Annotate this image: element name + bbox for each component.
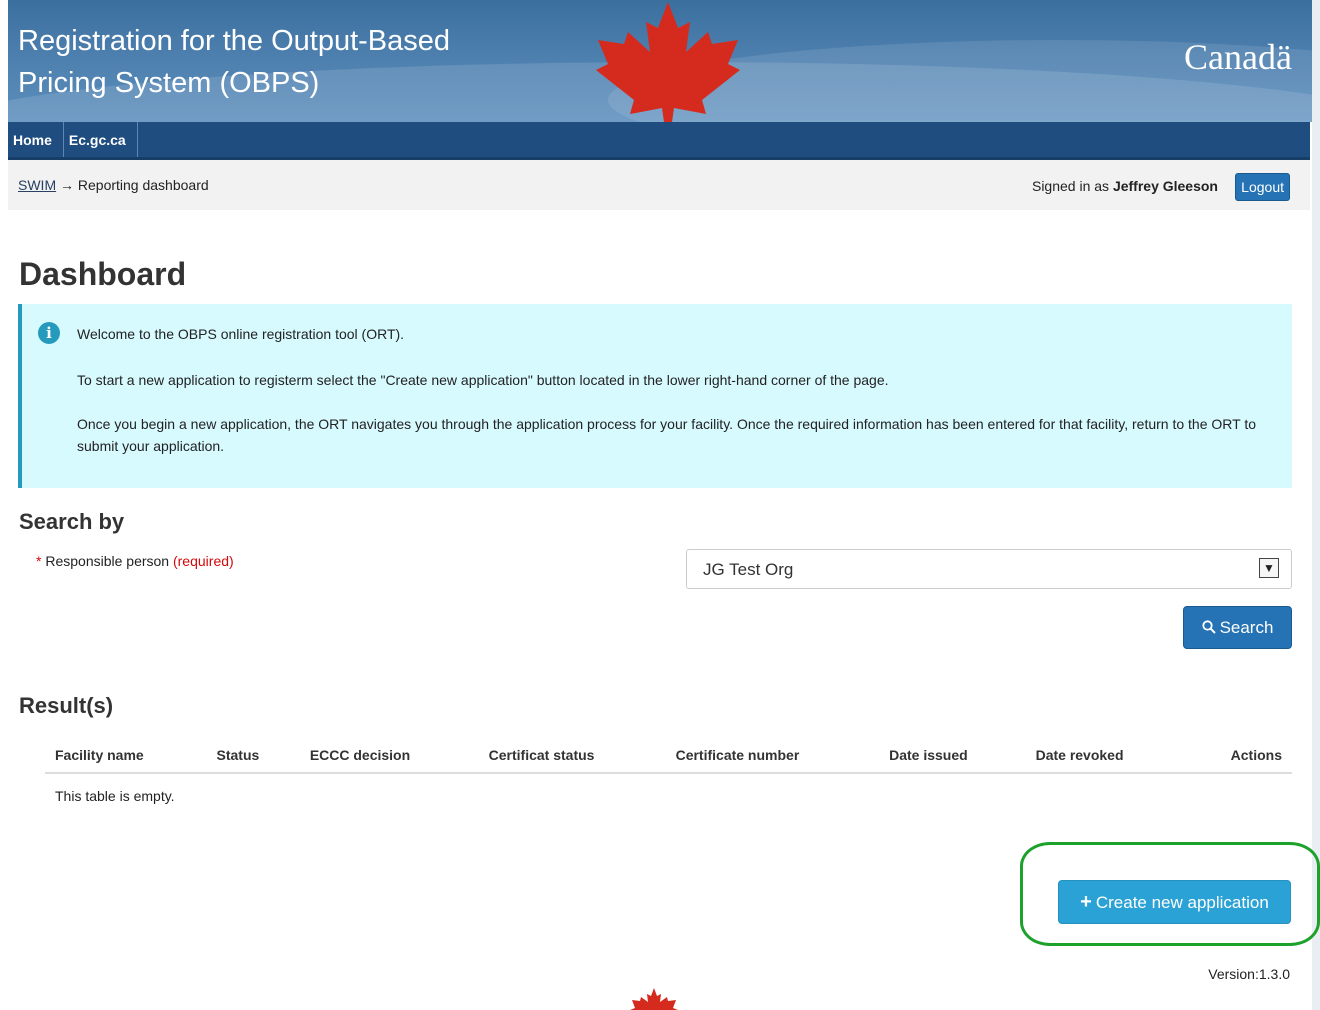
col-certificat-status[interactable]: Certificat status [478, 737, 666, 774]
info-icon: i [38, 322, 60, 344]
create-button-label: Create new application [1095, 892, 1269, 912]
create-new-application-button[interactable]: + Create new application [1058, 880, 1291, 924]
site-title-line2: Pricing System (OBPS) [18, 67, 320, 99]
col-facility-name[interactable]: Facility name [45, 737, 207, 774]
empty-table-message: This table is empty. [55, 788, 175, 804]
plus-icon: + [1080, 890, 1092, 913]
welcome-alert: i Welcome to the OBPS online registratio… [18, 304, 1292, 488]
signed-in-status: Signed in as Jeffrey Gleeson [1032, 178, 1218, 194]
table-row: This table is empty. [45, 773, 1292, 812]
col-date-revoked[interactable]: Date revoked [1025, 737, 1186, 774]
breadcrumb-bar: SWIM → Reporting dashboard Signed in as … [8, 160, 1310, 210]
chevron-down-icon[interactable]: ▼ [1259, 558, 1279, 578]
maple-leaf-icon [596, 2, 740, 122]
col-certificate-number[interactable]: Certificate number [665, 737, 880, 774]
breadcrumb-arrow-icon: → [60, 177, 74, 193]
version-label: Version:1.3.0 [1208, 966, 1290, 982]
main-nav: Home Ec.gc.ca [8, 122, 1310, 160]
alert-paragraph: To start a new application to registerm … [77, 372, 889, 388]
col-eccc-decision[interactable]: ECCC decision [299, 737, 479, 774]
alert-paragraph: Once you begin a new application, the OR… [77, 416, 1257, 454]
table-header-row: Facility name Status ECCC decision Certi… [45, 737, 1292, 774]
breadcrumb-swim-link[interactable]: SWIM [18, 177, 56, 193]
site-title: Registration for the Output-Based Pricin… [18, 20, 498, 104]
breadcrumb-current: Reporting dashboard [77, 177, 209, 193]
canada-wordmark: Canadä [1184, 37, 1292, 77]
nav-home-link[interactable]: Home [8, 122, 64, 157]
signed-in-prefix: Signed in as [1031, 178, 1110, 194]
required-star: * [36, 553, 42, 569]
col-actions: Actions [1185, 737, 1292, 774]
col-status[interactable]: Status [206, 737, 300, 774]
required-text: (required) [172, 553, 234, 569]
search-button-label: Search [1219, 617, 1274, 637]
logout-button[interactable]: Logout [1235, 173, 1290, 201]
results-table: Facility name Status ECCC decision Certi… [45, 737, 1292, 812]
search-heading: Search by [19, 509, 125, 534]
results-heading: Result(s) [19, 693, 114, 718]
breadcrumb: SWIM → Reporting dashboard [18, 177, 209, 193]
site-header: Registration for the Output-Based Pricin… [8, 0, 1312, 122]
nav-ecgcca-link[interactable]: Ec.gc.ca [64, 122, 138, 157]
alert-paragraph: Welcome to the OBPS online registration … [77, 326, 405, 342]
page-title: Dashboard [19, 256, 187, 292]
search-icon [1201, 619, 1216, 634]
user-name: Jeffrey Gleeson [1112, 178, 1218, 194]
select-value: JG Test Org [703, 560, 794, 579]
field-label-text: Responsible person [45, 553, 170, 569]
responsible-person-select[interactable]: JG Test Org ▼ [686, 549, 1292, 589]
col-date-issued[interactable]: Date issued [879, 737, 1026, 774]
site-title-line1: Registration for the Output-Based [18, 25, 451, 57]
responsible-person-label: * Responsible person (required) [36, 553, 234, 569]
search-button[interactable]: Search [1183, 606, 1292, 649]
maple-leaf-icon [630, 988, 678, 1010]
